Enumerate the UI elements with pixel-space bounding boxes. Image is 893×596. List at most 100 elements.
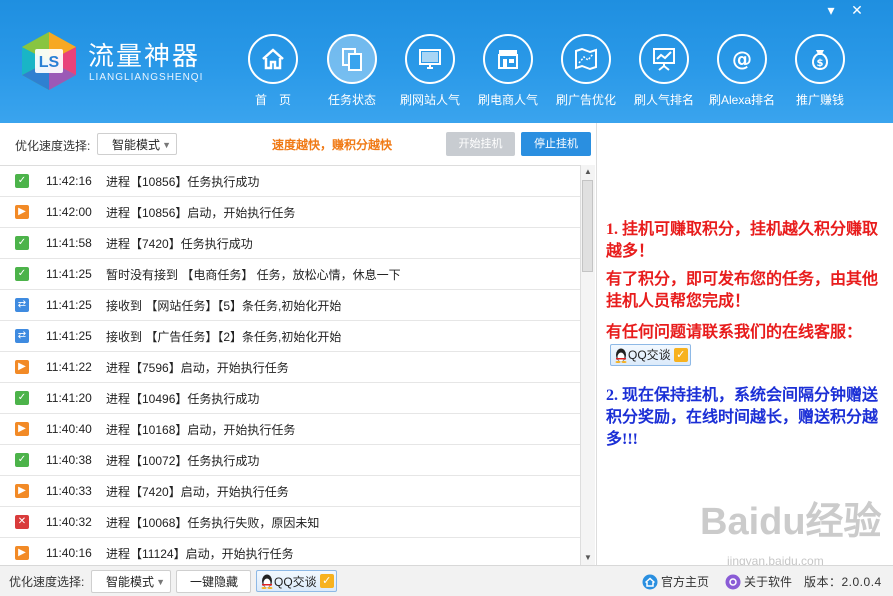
log-row: ⇄ 11:41:25 接收到 【网站任务】【5】条任务,初始化开始	[0, 290, 580, 321]
start-status-icon: ▶	[15, 205, 29, 219]
log-time: 11:41:25	[46, 267, 92, 281]
qq-chat-label: QQ交谈	[628, 348, 671, 363]
nav-task-status[interactable]: 任务状态	[314, 34, 390, 110]
success-status-icon: ✓	[15, 236, 29, 250]
receive-status-icon: ⇄	[15, 298, 29, 312]
header-bar: LS 流量神器 LIANGLIANGSHENQI ▾ ✕ 首 页 任务状态 刷网…	[0, 0, 893, 123]
log-time: 11:40:16	[46, 546, 92, 560]
about-software-label: 关于软件	[744, 575, 793, 589]
log-time: 11:40:40	[46, 422, 92, 436]
official-homepage-label: 官方主页	[661, 575, 710, 589]
scroll-thumb[interactable]	[582, 180, 593, 272]
log-message: 进程【10856】任务执行成功	[106, 174, 260, 189]
log-time: 11:41:25	[46, 329, 92, 343]
log-message: 进程【10496】任务执行成功	[106, 391, 260, 406]
nav-ecommerce-traffic[interactable]: 刷电商人气	[470, 34, 546, 110]
nav-alexa-rank[interactable]: @ 刷Alexa排名	[704, 34, 780, 110]
qq-chat-button-panel[interactable]: QQ交谈 ✓	[610, 344, 691, 367]
log-message: 进程【7420】任务执行成功	[106, 236, 253, 251]
chevron-down-icon: ▼	[156, 577, 165, 587]
map-chart-icon	[575, 47, 597, 71]
task-toolbar: 优化速度选择: 智能模式 ▼ 速度越快，赚积分越快 开始挂机 停止挂机	[0, 123, 600, 165]
log-row: ✓ 11:42:16 进程【10856】任务执行成功	[0, 166, 580, 197]
log-message: 接收到 【网站任务】【5】条任务,初始化开始	[106, 298, 342, 313]
speed-slogan: 速度越快，赚积分越快	[272, 138, 393, 152]
log-time: 11:42:00	[46, 205, 92, 219]
qq-penguin-icon	[261, 574, 273, 589]
log-time: 11:40:33	[46, 484, 92, 498]
nav-home[interactable]: 首 页	[235, 34, 311, 110]
baidu-watermark: Baidu经验	[700, 501, 882, 543]
log-message: 进程【7596】启动，开始执行任务	[106, 360, 289, 375]
nav-ecommerce-traffic-label: 刷电商人气	[477, 93, 538, 107]
checkmark-icon: ✓	[673, 348, 688, 363]
info-icon	[725, 574, 741, 589]
nav-popularity-rank[interactable]: 刷人气排名	[626, 34, 702, 110]
footer-speed-select[interactable]: 智能模式 ▼	[91, 570, 171, 593]
notice-earn-points: 1. 挂机可赚取积分，挂机越久积分赚取越多！	[606, 221, 879, 260]
close-button[interactable]: ✕	[848, 2, 866, 19]
app-subtitle: LIANGLIANGSHENQI	[89, 72, 204, 83]
log-scrollbar[interactable]: ▲ ▼	[580, 165, 595, 565]
log-message: 进程【10072】任务执行成功	[106, 453, 260, 468]
nav-promote-earn-label: 推广赚钱	[795, 93, 844, 107]
about-software-link[interactable]: 关于软件	[725, 573, 792, 590]
scroll-down-icon[interactable]: ▼	[581, 551, 595, 565]
monitor-icon	[419, 49, 441, 69]
log-row: ▶ 11:41:22 进程【7596】启动，开始执行任务	[0, 352, 580, 383]
start-status-icon: ▶	[15, 484, 29, 498]
nav-popularity-rank-label: 刷人气排名	[633, 93, 694, 107]
log-message: 暂时没有接到 【电商任务】 任务，放松心情，休息一下	[106, 267, 401, 282]
official-homepage-link[interactable]: 官方主页	[642, 573, 709, 590]
log-row: ⇄ 11:41:25 接收到 【广告任务】【2】条任务,初始化开始	[0, 321, 580, 352]
svg-text:$: $	[817, 58, 824, 69]
log-row: ✓ 11:41:20 进程【10496】任务执行成功	[0, 383, 580, 414]
one-click-hide-button[interactable]: 一键隐藏	[176, 570, 251, 593]
success-status-icon: ✓	[15, 391, 29, 405]
speed-mode-select[interactable]: 智能模式 ▼	[97, 133, 177, 155]
checkmark-icon: ✓	[319, 574, 334, 588]
nav-ad-optimize-label: 刷广告优化	[555, 93, 616, 107]
task-log-list: ✓ 11:42:16 进程【10856】任务执行成功 ▶ 11:42:00 进程【1085…	[0, 165, 580, 566]
store-icon	[498, 50, 518, 69]
success-status-icon: ✓	[15, 267, 29, 281]
presentation-chart-icon	[653, 48, 675, 71]
nav-website-traffic[interactable]: 刷网站人气	[392, 34, 468, 110]
minimize-button[interactable]: ▾	[822, 2, 840, 19]
notice-contact-text: 有任何问题请联系我们的在线客服：	[606, 324, 863, 341]
start-hangup-button[interactable]: 开始挂机	[446, 132, 515, 156]
qq-chat-button-footer[interactable]: QQ交谈 ✓	[256, 570, 337, 592]
log-time: 11:42:16	[46, 174, 92, 188]
log-time: 11:41:58	[46, 236, 92, 250]
qq-penguin-icon	[615, 348, 627, 364]
log-message: 进程【10856】启动，开始执行任务	[106, 205, 296, 220]
receive-status-icon: ⇄	[15, 329, 29, 343]
nav-alexa-rank-label: 刷Alexa排名	[708, 93, 776, 107]
log-row: ▶ 11:40:40 进程【10168】启动，开始执行任务	[0, 414, 580, 445]
log-message: 进程【11124】启动，开始执行任务	[106, 546, 294, 561]
log-row: ✓ 11:41:25 暂时没有接到 【电商任务】 任务，放松心情，休息一下	[0, 259, 580, 290]
footer-bar: 优化速度选择: 智能模式 ▼ 一键隐藏 QQ交谈 ✓ 官方主页 关于软件 版本：…	[0, 565, 893, 596]
at-sign-icon: @	[732, 47, 752, 71]
chevron-down-icon: ▼	[162, 140, 171, 150]
nav-promote-earn[interactable]: $ 推广赚钱	[782, 34, 858, 110]
notice-online-bonus: 2. 现在保持挂机，系统会间隔分钟赠送积分奖励，在线时间越长，赠送积分越多!!!	[606, 387, 879, 448]
log-row: ▶ 11:40:33 进程【7420】启动，开始执行任务	[0, 476, 580, 507]
svg-text:@: @	[732, 47, 752, 71]
home-icon	[262, 48, 284, 70]
notice-publish-task: 有了积分，即可发布您的任务，由其他挂机人员帮您完成！	[606, 271, 879, 310]
log-row: ▶ 11:42:00 进程【10856】启动，开始执行任务	[0, 197, 580, 228]
stop-hangup-button[interactable]: 停止挂机	[521, 132, 591, 156]
footer-speed-label: 优化速度选择:	[9, 575, 85, 589]
footer-speed-value: 智能模式	[106, 575, 155, 589]
log-message: 进程【10168】启动，开始执行任务	[106, 422, 296, 437]
log-row: ✓ 11:40:38 进程【10072】任务执行成功	[0, 445, 580, 476]
success-status-icon: ✓	[15, 174, 29, 188]
nav-website-traffic-label: 刷网站人气	[399, 93, 460, 107]
start-status-icon: ▶	[15, 546, 29, 560]
log-time: 11:41:22	[46, 360, 92, 374]
app-title: 流量神器	[88, 41, 201, 71]
nav-ad-optimize[interactable]: 刷广告优化	[548, 34, 624, 110]
scroll-up-icon[interactable]: ▲	[581, 165, 595, 179]
log-time: 11:41:25	[46, 298, 92, 312]
